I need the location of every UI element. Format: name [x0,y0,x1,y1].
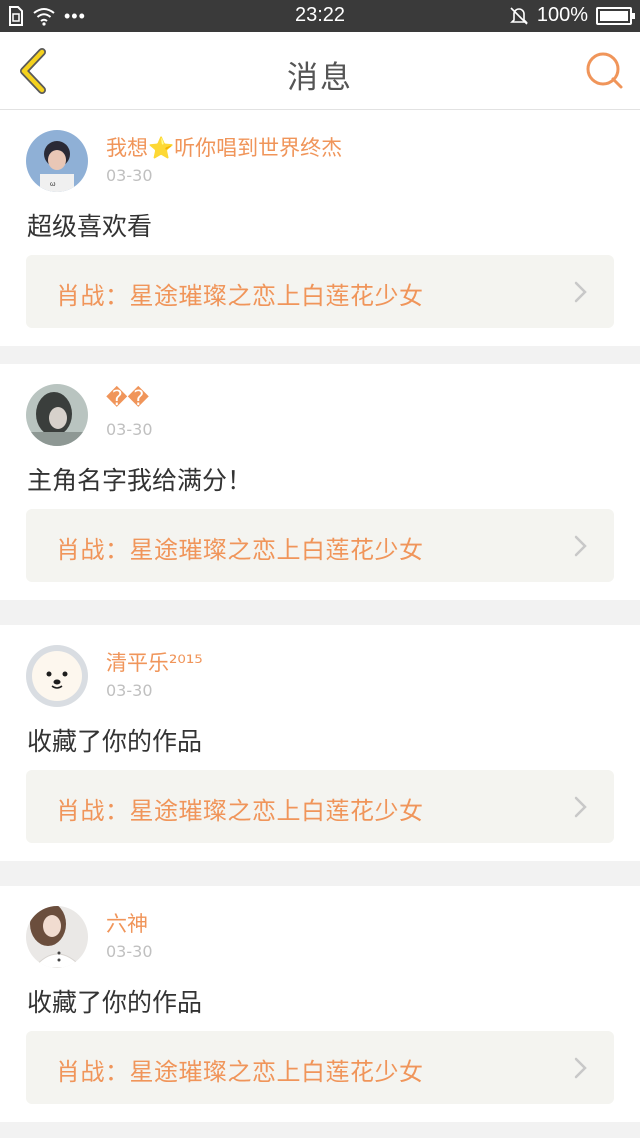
username[interactable]: �� [106,386,149,410]
search-button[interactable] [584,50,626,92]
chevron-right-icon [574,535,587,557]
username[interactable]: 我想⭐听你唱到世界终杰 [106,132,342,162]
username[interactable]: 六神 [106,908,148,938]
message-text: 收藏了你的作品 [27,727,203,756]
work-link[interactable]: 肖战：星途璀璨之恋上白莲花少女 [26,770,614,843]
work-title: 肖战：星途璀璨之恋上白莲花少女 [56,1058,424,1086]
message-card: 清平乐²⁰¹⁵ 03-30 收藏了你的作品 肖战：星途璀璨之恋上白莲花少女 [0,625,640,861]
username[interactable]: 清平乐²⁰¹⁵ [106,647,203,677]
nav-bar: 消息 [0,32,640,110]
status-bar: ••• 23:22 100% [0,0,640,32]
chevron-right-icon [574,796,587,818]
message-text: 收藏了你的作品 [27,988,203,1017]
mute-icon [509,6,528,25]
work-title: 肖战：星途璀璨之恋上白莲花少女 [56,282,424,310]
avatar[interactable] [26,906,88,968]
timestamp: 03-30 [106,942,153,961]
timestamp: 03-30 [106,681,153,700]
message-card: 六神 03-30 收藏了你的作品 肖战：星途璀璨之恋上白莲花少女 [0,886,640,1122]
timestamp: 03-30 [106,166,153,185]
work-title: 肖战：星途璀璨之恋上白莲花少女 [56,797,424,825]
message-text: 超级喜欢看 [27,212,153,241]
work-link[interactable]: 肖战：星途璀璨之恋上白莲花少女 [26,509,614,582]
page-title: 消息 [287,60,353,96]
svg-text:ω: ω [50,181,56,188]
message-text: 主角名字我给满分！ [27,466,253,495]
timestamp: 03-30 [106,420,153,439]
message-card: ω 我想⭐听你唱到世界终杰 03-30 超级喜欢看 肖战：星途璀璨之恋上白莲花少… [0,110,640,346]
work-title: 肖战：星途璀璨之恋上白莲花少女 [56,536,424,564]
battery-percent: 100% [536,4,588,26]
work-link[interactable]: 肖战：星途璀璨之恋上白莲花少女 [26,255,614,328]
message-card: �� 03-30 主角名字我给满分！ 肖战：星途璀璨之恋上白莲花少女 [0,364,640,600]
avatar[interactable] [26,645,88,707]
chevron-right-icon [574,1057,587,1079]
avatar[interactable] [26,384,88,446]
battery-icon [596,6,635,25]
work-link[interactable]: 肖战：星途璀璨之恋上白莲花少女 [26,1031,614,1104]
status-icons-right: 100% [509,4,635,27]
chevron-right-icon [574,281,587,303]
search-icon [586,52,623,89]
avatar[interactable]: ω [26,130,88,192]
